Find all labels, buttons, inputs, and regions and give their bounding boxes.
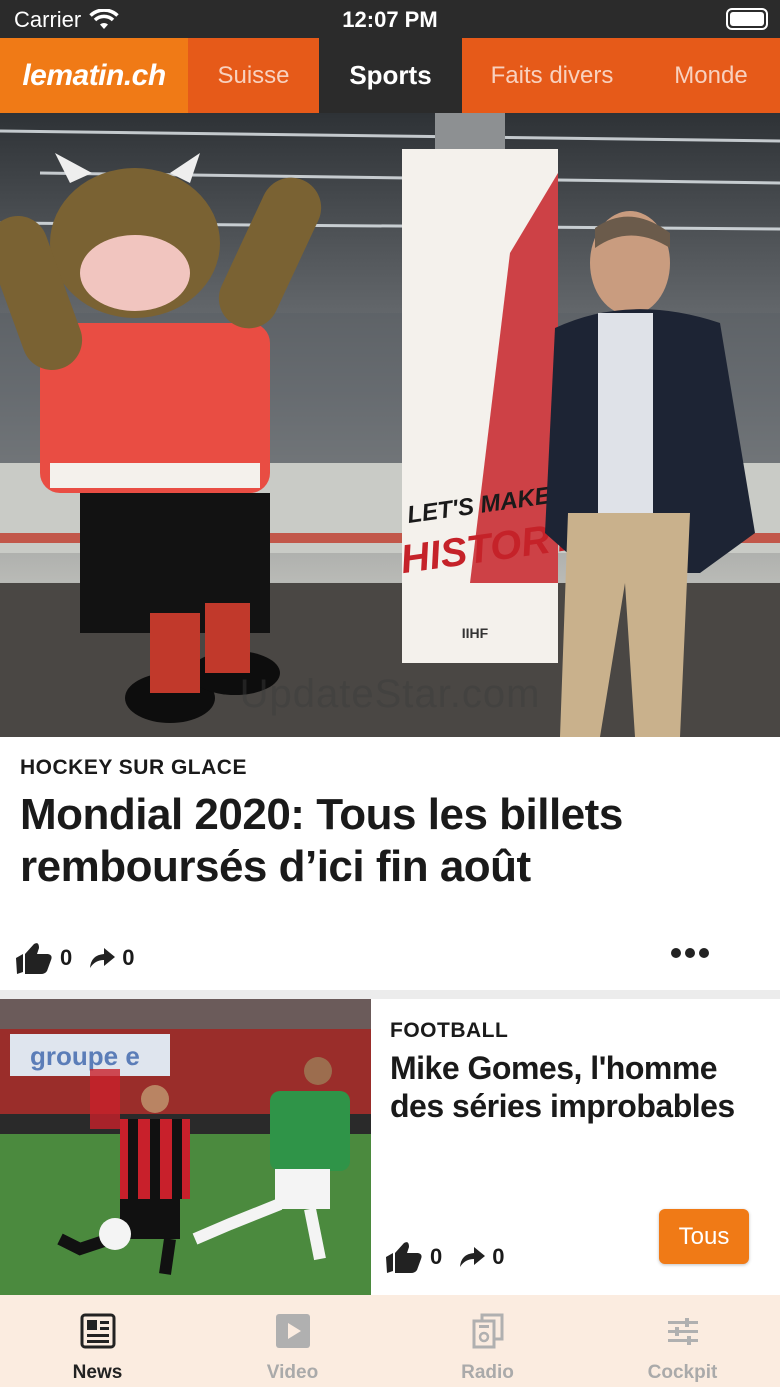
article-card-main[interactable]: HOCKEY SUR GLACE Mondial 2020: Tous les … [0,737,780,990]
article-actions: 0 0 [384,1239,505,1275]
radio-icon [472,1313,503,1349]
site-logo[interactable]: lematin.ch [0,38,188,113]
tab-sports[interactable]: Sports [319,38,462,113]
news-icon [80,1313,115,1349]
article-thumbnail[interactable]: groupe e [0,999,371,1295]
cockpit-icon [667,1318,698,1345]
status-bar: Carrier 12:07 PM [0,0,780,38]
article-headline[interactable]: Mike Gomes, l'homme des séries improbabl… [390,1049,770,1125]
more-options-icon[interactable] [670,946,710,960]
tab-faits-divers[interactable]: Faits divers [462,38,642,113]
battery-icon [726,8,768,30]
card-separator [0,990,780,999]
article-kicker: HOCKEY SUR GLACE [20,756,247,779]
thumb-banner-text: groupe e [30,1041,140,1071]
article-actions: 0 0 [14,940,135,976]
section-nav: lematin.ch Suisse Sports Faits divers Mo… [0,38,780,113]
thumbs-icon[interactable] [14,940,54,976]
tab-label: News [72,1362,123,1383]
share-icon[interactable] [458,1245,486,1269]
clock: 12:07 PM [342,7,438,32]
share-count: 0 [492,1244,505,1269]
tab-label: Radio [461,1362,514,1383]
bottom-tab-bar: News Video Radio Cockpit [0,1295,780,1387]
hero-image[interactable]: LET'S MAKE HISTORY IIHF [0,113,780,737]
tab-video[interactable]: Video [195,1295,390,1387]
tab-label: Video [266,1362,319,1383]
video-icon [275,1314,310,1348]
tab-news[interactable]: News [0,1295,195,1387]
tab-cockpit[interactable]: Cockpit [585,1295,780,1387]
article-kicker: FOOTBALL [390,1019,509,1042]
article-headline[interactable]: Mondial 2020: Tous les billets remboursé… [20,789,760,893]
watermark: UpdateStar.com [239,672,541,716]
like-count: 0 [430,1244,443,1269]
tab-monde[interactable]: Monde [642,38,780,113]
tab-label: Cockpit [647,1362,718,1383]
tab-radio[interactable]: Radio [390,1295,585,1387]
tab-suisse[interactable]: Suisse [188,38,319,113]
thumbs-icon[interactable] [384,1239,424,1275]
like-count: 0 [60,945,73,970]
share-count: 0 [122,945,135,970]
banner-brand: IIHF [462,625,489,641]
share-icon[interactable] [88,946,116,970]
article-card-secondary[interactable]: groupe e FOOTBALL Mike Gomes, l'homme de… [0,999,780,1295]
tous-button[interactable]: Tous [659,1209,749,1264]
